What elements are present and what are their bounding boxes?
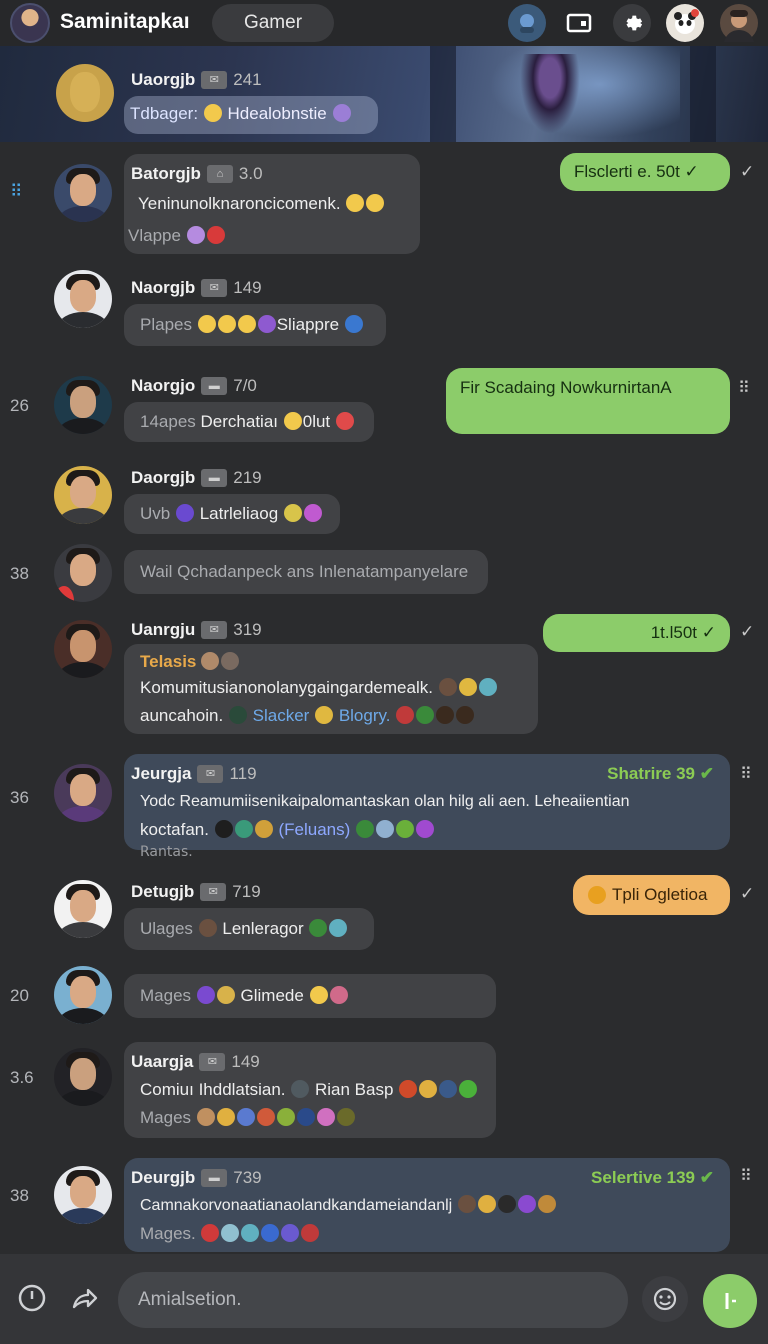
user-avatar[interactable] — [10, 3, 50, 43]
avatar[interactable] — [54, 164, 112, 222]
drag-handle-icon[interactable]: ⠿ — [10, 182, 36, 202]
controller-icon[interactable] — [508, 4, 546, 42]
profile-avatar[interactable] — [720, 4, 758, 42]
outgoing-bubble: Tpli Ogletioa — [573, 875, 730, 915]
sender-name: Uaorgjb ✉ 241 — [131, 70, 262, 89]
message-time: 38 — [10, 564, 29, 583]
message-bubble: Uvb Latrleliaog — [124, 494, 340, 534]
sender-name: Batorgjb ⌂ 3.0 — [131, 164, 263, 183]
message-time: 36 — [10, 788, 29, 807]
sender-name: Naorgjo ▬ 7/0 — [131, 376, 257, 395]
message-bubble: Batorgjb ⌂ 3.0 Yeninunolknaroncicomenk. Vl… — [124, 154, 420, 254]
message-bubble: Telasis Komumitusianonolanygaingardemeal… — [124, 644, 538, 734]
sender-name: Uanrgju ✉ 319 — [131, 620, 262, 639]
avatar[interactable] — [54, 966, 112, 1024]
message-bubble: Tdbager: Hdealobnstie — [124, 96, 378, 134]
avatar[interactable] — [54, 376, 112, 434]
truncated-text: Rantas. — [140, 844, 193, 860]
app-title: Saminitapkaı — [60, 10, 190, 33]
outgoing-bubble: Fir Scadaing NowkurnirtanA — [446, 368, 730, 434]
reaction-label: Selertive 139 ✔ — [591, 1168, 714, 1187]
reaction-label: Shatrire 39 ✔ — [607, 764, 714, 783]
message-bubble: Mages Glimede — [124, 974, 496, 1018]
more-options-icon[interactable]: ⠿ — [738, 378, 750, 397]
send-button[interactable] — [703, 1274, 757, 1328]
avatar[interactable] — [54, 1166, 112, 1224]
avatar[interactable] — [54, 764, 112, 822]
message-time: 38 — [10, 1186, 29, 1205]
more-options-icon[interactable]: ⠿ — [740, 1166, 752, 1185]
message-bubble: Wail Qchadanpeck ans Inlenatampanyelare — [124, 550, 488, 594]
message-time: 26 — [10, 396, 29, 415]
message-bubble: Jeurgja ✉ 119 Shatrire 39 ✔ Yodc Reamumiis… — [124, 754, 730, 850]
power-icon[interactable] — [12, 1278, 52, 1318]
more-options-icon[interactable]: ⠿ — [740, 764, 752, 783]
message-time: 20 — [10, 986, 29, 1005]
read-check-icon: ✓ — [740, 884, 755, 904]
composer-bar: Amialsetion. — [0, 1254, 768, 1344]
mode-pill[interactable]: Gamer — [212, 4, 334, 42]
top-bar: Saminitapkaı Gamer — [0, 0, 768, 46]
sender-name: Naorgjb ✉ 149 — [131, 278, 262, 297]
sender-name: Uaargja ✉ 149 — [131, 1052, 260, 1071]
sender-name: Deurgjb ▬ 739 — [131, 1168, 262, 1187]
avatar[interactable] — [54, 270, 112, 328]
outgoing-bubble: Flsclerti e. 50t ✓ — [560, 153, 730, 191]
message-input[interactable]: Amialsetion. — [118, 1272, 628, 1328]
message-bubble: Uaargja ✉ 149 Comiuı Ihddlatsian. Rian Bas… — [124, 1042, 496, 1138]
message-bubble: Plapes Sliappre — [124, 304, 386, 346]
panda-icon[interactable] — [666, 4, 704, 42]
message-bubble: Deurgjb ▬ 739 Selertive 139 ✔ Camnakorvona… — [124, 1158, 730, 1252]
read-check-icon: ✓ — [740, 622, 755, 642]
avatar[interactable] — [54, 620, 112, 678]
sender-name: Detugjb ✉ 719 — [131, 882, 261, 901]
sticker-icon[interactable] — [642, 1276, 688, 1322]
avatar[interactable] — [54, 1048, 112, 1106]
outgoing-bubble: 1t.l50t ✓ — [543, 614, 730, 652]
avatar[interactable] — [54, 544, 112, 602]
message-time: 3.6 — [10, 1068, 34, 1087]
screen-icon[interactable] — [560, 4, 598, 42]
avatar[interactable] — [54, 466, 112, 524]
read-check-icon: ✓ — [740, 162, 755, 182]
sender-name: Jeurgja ✉ 119 — [131, 764, 257, 783]
avatar[interactable] — [54, 880, 112, 938]
sender-name: Daorgjb ▬ 219 — [131, 468, 262, 487]
message-bubble: Ulages Lenleragor — [124, 908, 374, 950]
avatar[interactable] — [56, 64, 114, 122]
share-icon[interactable] — [64, 1278, 104, 1318]
game-banner — [0, 46, 768, 142]
gear-icon[interactable] — [613, 4, 651, 42]
message-bubble: 14apes Derchatiaı 0lut — [124, 402, 374, 442]
